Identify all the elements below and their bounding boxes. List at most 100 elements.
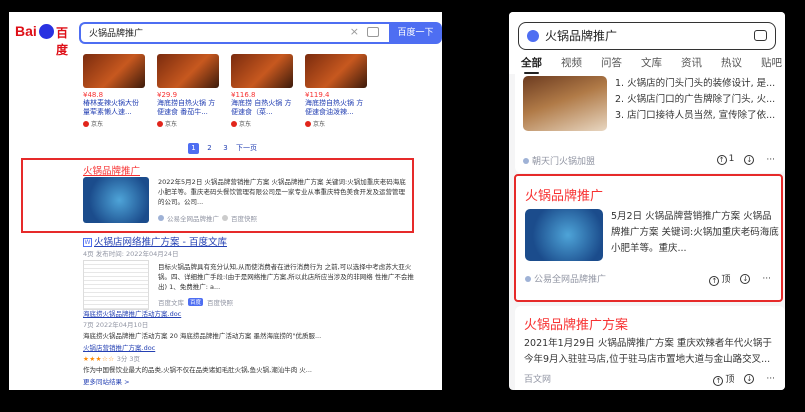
site-icon <box>523 157 529 164</box>
tab-news[interactable]: 资讯 <box>681 55 702 70</box>
page-3[interactable]: 3 <box>220 143 231 154</box>
mobile-search-input[interactable]: 火锅品牌推广 <box>518 22 776 50</box>
result-thumbnail[interactable] <box>523 76 607 131</box>
result-card[interactable]: 1. 火锅店的门头门头的装修设计, 是... 2. 火锅店门口的广告牌除了门头,… <box>515 74 785 173</box>
list-item[interactable]: 1. 火锅店的门头门头的装修设计, 是... <box>615 76 781 92</box>
thumb-down-icon[interactable]: ↓ <box>740 274 751 284</box>
more-results-link[interactable]: 更多同站结果 > <box>83 378 130 387</box>
product-price: ¥29.9 <box>157 91 178 99</box>
wenku-icon: W <box>83 238 92 247</box>
product-price: ¥116.8 <box>231 91 256 99</box>
highlighted-result-card[interactable]: 火锅品牌推广 5月2日 火锅品牌营销推广方案 火锅品牌推广方案 关键词:火锅加重… <box>514 174 783 302</box>
product-name[interactable]: 椿林麦辣火锅大份量荤素懒人速... <box>83 99 145 117</box>
pagination: 1 2 3 下一页 <box>188 143 257 154</box>
product-card[interactable]: ¥119.4 海底捞自热火锅 方便速食油泼辣... 京东 <box>305 54 367 138</box>
search-button[interactable]: 百度一下 <box>389 22 442 44</box>
result-description: 目标火锅品牌具有充分认知,从而使消费者在进行消费行为 之前,可以选择中考虑苏大亚… <box>158 263 414 291</box>
more-icon[interactable]: ··· <box>762 274 771 284</box>
product-image[interactable] <box>157 54 219 88</box>
snapshot-link[interactable]: 百度快照 <box>231 213 257 223</box>
source-name[interactable]: 百度文库 <box>158 297 184 307</box>
jd-icon <box>305 120 311 127</box>
page-2[interactable]: 2 <box>204 143 215 154</box>
mobile-tabs: 全部 视频 问答 文库 资讯 热议 贴吧 <box>521 55 782 74</box>
source-name[interactable]: 公易全网品牌推广 <box>534 272 606 285</box>
paw-icon <box>527 30 539 42</box>
mobile-header: 火锅品牌推广 全部 视频 问答 文库 资讯 热议 贴吧 <box>509 12 785 74</box>
tab-tieba[interactable]: 贴吧 <box>761 55 782 70</box>
result-thumbnail[interactable] <box>525 209 603 261</box>
result-title[interactable]: 火锅品牌推广 <box>83 163 140 177</box>
result-source: 百度文库 百度 百度快照 <box>158 297 233 307</box>
result-title[interactable]: 火锅品牌推广 <box>525 185 603 204</box>
list-item[interactable]: 3. 店门口接待人员当然, 宣传除了依... <box>615 108 781 124</box>
list-item[interactable]: 2. 火锅店门口的广告牌除了门头, 火... <box>615 92 781 108</box>
source-name[interactable]: 朝天门火锅加盟 <box>532 154 595 167</box>
product-image[interactable] <box>231 54 293 88</box>
more-icon[interactable]: ··· <box>766 155 775 165</box>
result-actions: ↑ 顶 ↓ ··· <box>713 372 775 386</box>
desktop-search-page: Bai 百度 火锅品牌推广 × 百度一下 ¥48.8 椿林麦辣火锅大份量荤素懒人… <box>9 12 442 390</box>
product-image[interactable] <box>83 54 145 88</box>
jd-icon <box>231 120 237 127</box>
sub-result-rating: ★★★☆☆ 3分 3页 <box>83 355 140 364</box>
baidu-logo[interactable]: Bai 百度 <box>15 23 79 57</box>
jd-icon <box>157 120 163 127</box>
product-carousel: ¥48.8 椿林麦辣火锅大份量荤素懒人速... 京东 ¥29.9 海底捞自热火锅… <box>83 54 367 138</box>
sub-result-title[interactable]: 火锅店营销推广方案.doc <box>83 344 155 353</box>
result-description: 2022年5月2日 火锅品牌营销推广方案 火锅品牌推广方案 关键词:火锅加重庆老… <box>158 178 406 206</box>
tab-qa[interactable]: 问答 <box>601 55 622 70</box>
product-card[interactable]: ¥116.8 海底捞 自热火锅 方便速食（菜... 京东 <box>231 54 293 138</box>
product-card[interactable]: ¥29.9 海底捞自热火锅 方便速食 番茄牛... 京东 <box>157 54 219 138</box>
result-source: 公易全网品牌推广 百度快照 <box>158 213 257 223</box>
result-thumbnail[interactable] <box>83 177 149 223</box>
like-count: 1 <box>728 154 735 164</box>
tab-all[interactable]: 全部 <box>521 55 542 74</box>
source-name[interactable]: 百文网 <box>524 372 551 385</box>
shop-name: 京东 <box>91 121 104 128</box>
snapshot-link[interactable]: 百度快照 <box>207 297 233 307</box>
desktop-header: Bai 百度 火锅品牌推广 × 百度一下 <box>9 12 442 57</box>
sub-result-description: 海底捞火锅品牌推广活动方案 20 海底捞品牌推广活动方案 墨然海底捞的"优质服.… <box>83 332 322 340</box>
product-shop: 京东 <box>83 119 145 128</box>
source-name[interactable]: 公易全网品牌推广 <box>167 213 219 223</box>
top-button[interactable]: ↑ 顶 <box>713 372 734 386</box>
site-icon <box>158 215 164 221</box>
result-title-text[interactable]: 火锅店网络推广方案 - 百度文库 <box>94 237 227 248</box>
product-card[interactable]: ¥48.8 椿林麦辣火锅大份量荤素懒人速... 京东 <box>83 54 145 138</box>
rating-text: 3分 3页 <box>116 355 141 363</box>
next-page-link[interactable]: 下一页 <box>236 143 257 154</box>
more-icon[interactable]: ··· <box>766 374 775 384</box>
product-name[interactable]: 海底捞自热火锅 方便速食油泼辣... <box>305 99 367 117</box>
camera-icon[interactable] <box>367 27 379 37</box>
snapshot-icon <box>222 215 228 221</box>
tab-discuss[interactable]: 热议 <box>721 55 742 70</box>
result-meta: 4页 发布时间: 2022年04月24日 <box>83 250 179 258</box>
product-name[interactable]: 海底捞 自热火锅 方便速食（菜... <box>231 99 293 117</box>
top-label: 顶 <box>721 275 731 285</box>
document-thumbnail[interactable] <box>83 260 149 310</box>
result-card[interactable]: 火锅品牌推广方案 2021年1月29日 火锅品牌推广方案 重庆欢辣者年代火锅于今… <box>515 306 785 390</box>
search-input[interactable]: 火锅品牌推广 × <box>79 22 389 44</box>
paw-icon <box>39 24 54 39</box>
camera-icon[interactable] <box>754 30 767 41</box>
result-source: 公易全网品牌推广 <box>525 272 606 285</box>
sub-result-title[interactable]: 海底捞火锅品牌推广活动方案.doc <box>83 310 181 319</box>
baidu-badge: 百度 <box>188 298 204 306</box>
top-button[interactable]: ↑ 顶 <box>709 272 730 286</box>
result-title[interactable]: W 火锅店网络推广方案 - 百度文库 <box>83 234 227 248</box>
tab-wenku[interactable]: 文库 <box>641 55 662 70</box>
product-image[interactable] <box>305 54 367 88</box>
result-title[interactable]: 火锅品牌推广方案 <box>524 314 628 333</box>
page-1[interactable]: 1 <box>188 143 199 154</box>
thumb-down-icon[interactable]: ↓ <box>744 374 755 384</box>
clear-icon[interactable]: × <box>350 25 359 38</box>
like-button[interactable]: ↑ 1 <box>716 154 735 165</box>
shop-name: 京东 <box>239 121 252 128</box>
result-actions: ↑ 1 ↓ ··· <box>716 154 775 165</box>
product-name[interactable]: 海底捞自热火锅 方便速食 番茄牛... <box>157 99 219 117</box>
result-title-text[interactable]: 火锅品牌推广方案 <box>524 318 628 333</box>
mobile-search-page: 火锅品牌推广 全部 视频 问答 文库 资讯 热议 贴吧 1. 火锅店的门头门头的… <box>509 12 785 390</box>
tab-video[interactable]: 视频 <box>561 55 582 70</box>
thumb-down-icon[interactable]: ↓ <box>744 154 755 165</box>
